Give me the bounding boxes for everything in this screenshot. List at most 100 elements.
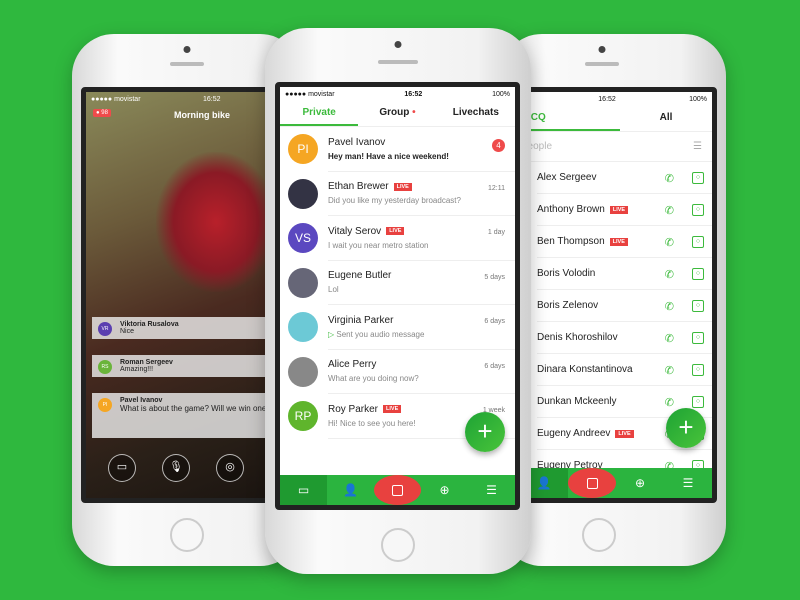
contacts-icon[interactable]: 👤 [327,475,374,505]
tab-group[interactable]: Group • [358,101,436,126]
viewers-badge: ● 98 [93,109,111,117]
home-button[interactable] [170,518,204,552]
message-text: Nice [120,328,135,335]
message-preview: Hey man! Have a nice weekend! [328,152,505,161]
avatar [288,356,318,387]
right-phone: 16:52 100% ICQ All people ☰ Alex Sergeev ✆ … [500,34,726,566]
message-text: Hey man! Have a nice weekend! [328,151,449,161]
avatar [288,267,318,298]
tab-icq[interactable]: ICQ [520,106,620,131]
live-badge: LIVE [615,429,634,438]
filter-icon[interactable]: ☰ [693,141,702,152]
contact-row[interactable]: Denis Khoroshilov ✆ ○ [520,322,712,354]
front-camera [598,46,606,53]
contact-name: Dinara Konstantinova [537,364,633,375]
contact-name: Alice Perry [328,359,377,371]
message-text: What is about the game? Will we win one? [120,404,271,413]
new-chat-button[interactable]: + [465,412,505,452]
chat-message: PI Pavel Ivanov What is about the game? Wi… [92,393,288,438]
timestamp: 5 days [484,273,505,281]
message-preview: What are you doing now? [328,374,505,383]
rider-image [156,152,276,292]
phone-icon[interactable]: ✆ [665,396,674,409]
video-call-icon[interactable]: ○ [692,268,704,280]
phone-icon[interactable]: ✆ [665,236,674,249]
video-call-icon[interactable]: ○ [692,236,704,248]
record-button[interactable] [374,475,421,505]
contact-name: Roy Parker [328,403,379,415]
contact-row[interactable]: Alex Sergeev ✆ ○ [520,162,712,194]
contact-row[interactable]: Boris Zelenov ✆ ○ [520,290,712,322]
home-button[interactable] [582,518,617,552]
camera-switch-icon[interactable]: ◎ [216,454,244,482]
message-text: Hi! Nice to see you here! [328,418,416,428]
contact-name: Boris Zelenov [537,300,599,311]
tab-all[interactable]: All [620,106,712,131]
contact-row[interactable]: Ben Thompson LIVE ✆ ○ [520,226,712,258]
settings-sliders-icon[interactable]: ☰ [468,475,515,505]
message-preview: ▷ Sent you audio message [328,330,505,339]
phone-icon[interactable]: ✆ [665,172,674,185]
settings-sliders-icon[interactable]: ☰ [664,468,712,498]
contact-row[interactable]: Boris Volodin ✆ ○ [520,258,712,290]
message-text: I wait you near metro station [328,240,429,250]
phone-icon[interactable]: ✆ [665,268,674,281]
contact-row[interactable]: Anthony Brown LIVE ✆ ○ [520,194,712,226]
contact-name: Eugene Butler [328,270,392,282]
video-call-icon[interactable]: ○ [692,396,704,408]
phone-icon[interactable]: ✆ [665,300,674,313]
chat-message: VR Viktoria Rusalova Nice [92,317,288,339]
tab-private[interactable]: Private [280,101,359,126]
chat-row[interactable]: VS Vitaly Serov LIVE I wait you near metr… [280,216,515,261]
live-badge: LIVE [609,237,628,246]
chat-row[interactable]: Ethan Brewer LIVE Did you like my yesterd… [280,172,515,216]
tab-label: Group [379,107,410,118]
globe-icon[interactable]: ⊕ [616,468,664,498]
contact-name: Anthony Brown [537,204,605,215]
phone-icon[interactable]: ✆ [665,332,674,345]
timestamp: 12:11 [488,184,505,192]
clock: 16:52 [598,95,616,103]
clock: 16:52 [203,95,221,103]
phone-icon[interactable]: ✆ [665,364,674,377]
chat-row[interactable]: Virginia Parker ▷ Sent you audio message… [280,305,515,350]
chats-icon[interactable]: ▭ [280,475,327,505]
live-badge: LIVE [383,405,402,414]
video-call-icon[interactable]: ○ [692,300,704,312]
live-badge: LIVE [393,182,412,191]
home-button[interactable] [381,528,415,562]
chat-row[interactable]: Eugene Butler Lol 5 days [280,261,515,305]
contacts-screen: 16:52 100% ICQ All people ☰ Alex Sergeev ✆ … [518,87,717,503]
record-button[interactable] [568,468,616,498]
timestamp: 6 days [484,318,505,325]
avatar [288,178,318,209]
middle-phone: ●●●●● movistar 16:52 100% Private Group • … [265,28,531,574]
phone-icon[interactable]: ✆ [665,204,674,217]
message-preview: I wait you near metro station [328,241,505,250]
front-camera [183,46,191,53]
message-preview: Did you like my yesterday broadcast? [328,196,505,205]
video-call-icon[interactable]: ○ [692,204,704,216]
contact-name: Pavel Ivanov [328,136,386,148]
speaker [170,62,204,66]
bottom-nav: 👤 ⊕ ☰ [520,468,712,498]
video-call-icon[interactable]: ○ [692,364,704,376]
message-text: Did you like my yesterday broadcast? [328,196,461,206]
message-text: Sent you audio message [336,329,425,339]
chat-row[interactable]: PI Pavel Ivanov Hey man! Have a nice wee… [280,127,515,172]
contact-name: Virginia Parker [328,314,394,326]
timestamp: 6 days [484,362,505,370]
contact-row[interactable]: Dinara Konstantinova ✆ ○ [520,354,712,386]
video-call-icon[interactable]: ○ [692,172,704,184]
add-contact-button[interactable]: + [666,408,706,448]
globe-icon[interactable]: ⊕ [421,475,468,505]
microphone-icon[interactable]: 🎙 [162,454,190,482]
contact-name: Denis Khoroshilov [537,332,618,343]
chat-row[interactable]: Alice Perry What are you doing now? 6 da… [280,350,515,394]
chat-icon[interactable]: ▭ [108,454,136,482]
contact-name: Alex Sergeev [537,172,597,183]
message-text: Amazing!!! [120,366,154,373]
avatar: RS [98,360,112,374]
tab-livechats[interactable]: Livechats [437,101,515,126]
video-call-icon[interactable]: ○ [692,332,704,344]
